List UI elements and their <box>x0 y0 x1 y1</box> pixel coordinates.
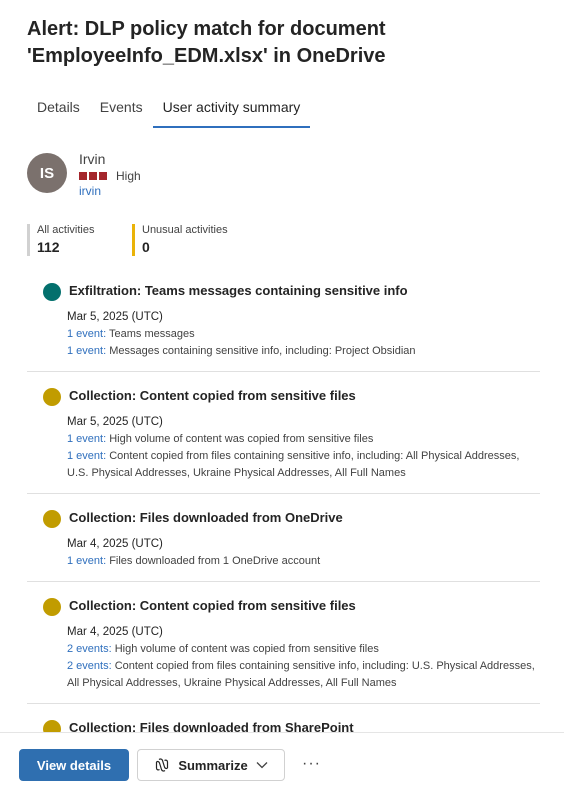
more-options-icon[interactable]: ··· <box>302 755 321 773</box>
all-activities-value: 112 <box>37 239 60 255</box>
copilot-icon <box>156 758 169 772</box>
risk-bar-icon <box>99 172 107 180</box>
activity-item: Collection: Content copied from sensitiv… <box>27 582 540 704</box>
risk-level-indicator: High <box>79 169 141 183</box>
activity-date: Mar 4, 2025 (UTC) <box>67 626 163 638</box>
activity-detail-text: High volume of content was copied from s… <box>106 433 374 445</box>
activity-title: Collection: Content copied from sensitiv… <box>69 388 356 403</box>
activity-detail: 1 event: Files downloaded from 1 OneDriv… <box>67 553 540 570</box>
activity-detail: 1 event: Content copied from files conta… <box>67 448 540 482</box>
risk-bar-icon <box>89 172 97 180</box>
event-count-link[interactable]: 1 event: <box>67 450 106 462</box>
status-dot-icon <box>43 720 61 732</box>
panel-scroll-area[interactable]: Alert: DLP policy match for document 'Em… <box>0 0 564 732</box>
activity-item: Exfiltration: Teams messages containing … <box>27 281 540 372</box>
activity-detail: 1 event: Messages containing sensitive i… <box>67 343 540 360</box>
activity-date: Mar 4, 2025 (UTC) <box>67 538 163 550</box>
status-dot-icon <box>43 510 61 528</box>
activity-stats: All activities 112 Unusual activities 0 <box>27 224 228 256</box>
tab-user-activity-summary[interactable]: User activity summary <box>152 96 311 128</box>
activity-date: Mar 5, 2025 (UTC) <box>67 311 163 323</box>
activity-title: Collection: Content copied from sensitiv… <box>69 598 356 613</box>
event-count-link[interactable]: 2 events: <box>67 643 112 655</box>
status-dot-icon <box>43 598 61 616</box>
tab-bar: Details Events User activity summary <box>27 96 310 128</box>
activity-detail-text: Files downloaded from 1 OneDrive account <box>106 555 321 567</box>
summarize-button[interactable]: Summarize <box>137 749 285 781</box>
tab-events[interactable]: Events <box>90 96 153 128</box>
activity-title: Collection: Files downloaded from OneDri… <box>69 510 343 525</box>
activity-title: Collection: Files downloaded from ShareP… <box>69 720 354 732</box>
avatar: IS <box>27 153 67 193</box>
status-dot-icon <box>43 388 61 406</box>
activity-item: Collection: Files downloaded from OneDri… <box>27 494 540 582</box>
event-count-link[interactable]: 1 event: <box>67 328 106 340</box>
user-link[interactable]: irvin <box>79 184 101 198</box>
activity-detail: 2 events: High volume of content was cop… <box>67 641 540 658</box>
user-name: Irvin <box>79 151 106 167</box>
event-count-link[interactable]: 1 event: <box>67 555 106 567</box>
activity-detail: 1 event: High volume of content was copi… <box>67 431 540 448</box>
activity-detail-text: Teams messages <box>106 328 195 340</box>
activity-item: Collection: Content copied from sensitiv… <box>27 372 540 494</box>
activity-detail: 1 event: Teams messages <box>67 326 540 343</box>
risk-bar-icon <box>79 172 87 180</box>
activity-detail-text: High volume of content was copied from s… <box>111 643 379 655</box>
unusual-activities-stat: Unusual activities 0 <box>132 224 228 256</box>
activity-title: Exfiltration: Teams messages containing … <box>69 283 408 298</box>
status-dot-icon <box>43 283 61 301</box>
activity-item: Collection: Files downloaded from ShareP… <box>27 704 540 732</box>
summarize-label: Summarize <box>178 757 248 773</box>
event-count-link[interactable]: 1 event: <box>67 345 106 357</box>
all-activities-stat: All activities 112 <box>27 224 132 256</box>
footer-bar: View details Summarize ··· <box>0 732 564 787</box>
view-details-button[interactable]: View details <box>19 749 129 781</box>
activity-detail-text: Content copied from files containing sen… <box>67 660 535 689</box>
event-count-link[interactable]: 1 event: <box>67 433 106 445</box>
all-activities-label: All activities <box>37 224 95 236</box>
tab-details[interactable]: Details <box>27 96 90 128</box>
page-title: Alert: DLP policy match for document 'Em… <box>27 18 386 67</box>
chevron-down-icon <box>256 762 268 769</box>
activity-detail-text: Messages containing sensitive info, incl… <box>106 345 416 357</box>
unusual-activities-label: Unusual activities <box>142 224 228 236</box>
unusual-activities-value: 0 <box>142 239 150 255</box>
event-count-link[interactable]: 2 events: <box>67 660 112 672</box>
activity-date: Mar 5, 2025 (UTC) <box>67 416 163 428</box>
activity-detail: 2 events: Content copied from files cont… <box>67 658 540 692</box>
activity-timeline: Exfiltration: Teams messages containing … <box>27 281 540 732</box>
risk-level-label: High <box>116 169 141 183</box>
activity-detail-text: Content copied from files containing sen… <box>67 450 520 479</box>
